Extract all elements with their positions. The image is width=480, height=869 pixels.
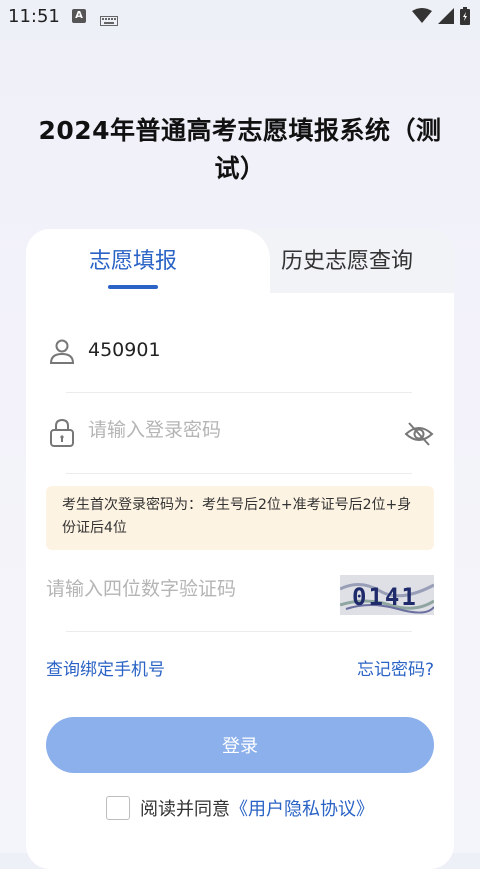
battery-icon [460, 7, 470, 29]
keyboard-icon [100, 11, 118, 30]
captcha-image[interactable]: 0141 [340, 575, 434, 615]
tab-history-query[interactable]: 历史志愿查询 [240, 243, 454, 275]
status-bar: 11:51 A [0, 0, 480, 32]
a-badge-icon: A [72, 9, 86, 23]
captcha-input[interactable] [46, 578, 326, 600]
agree-checkbox[interactable] [106, 796, 130, 820]
username-field[interactable]: 450901 [88, 339, 161, 361]
agree-label: 阅读并同意 [140, 799, 230, 820]
agreement-row: 阅读并同意《用户隐私协议》 [26, 795, 454, 821]
password-input[interactable] [88, 419, 388, 441]
bind-phone-link[interactable]: 查询绑定手机号 [46, 655, 165, 680]
login-card: 志愿填报 历史志愿查询 450901 考生首次登录密码为：考生号后2位+准考证号… [26, 229, 454, 869]
tab-fill-volunteer[interactable]: 志愿填报 [26, 243, 240, 275]
tab-underline [108, 285, 158, 289]
signal-icon [438, 8, 454, 28]
user-icon [48, 337, 76, 369]
agree-text: 阅读并同意《用户隐私协议》 [140, 795, 374, 821]
privacy-agreement-link[interactable]: 《用户隐私协议》 [230, 799, 374, 820]
wifi-icon [412, 8, 432, 28]
login-button[interactable]: 登录 [46, 717, 434, 773]
divider [66, 392, 412, 393]
forgot-password-link[interactable]: 忘记密码? [357, 655, 434, 680]
divider [66, 631, 412, 632]
eye-off-icon[interactable] [404, 419, 434, 453]
divider [66, 473, 412, 474]
password-notice: 考生首次登录密码为：考生号后2位+准考证号后2位+身份证后4位 [46, 486, 434, 550]
page-title: 2024年普通高考志愿填报系统（测试） [38, 116, 442, 183]
lock-icon [48, 418, 76, 452]
captcha-text: 0141 [352, 583, 418, 611]
status-time: 11:51 [8, 6, 60, 27]
